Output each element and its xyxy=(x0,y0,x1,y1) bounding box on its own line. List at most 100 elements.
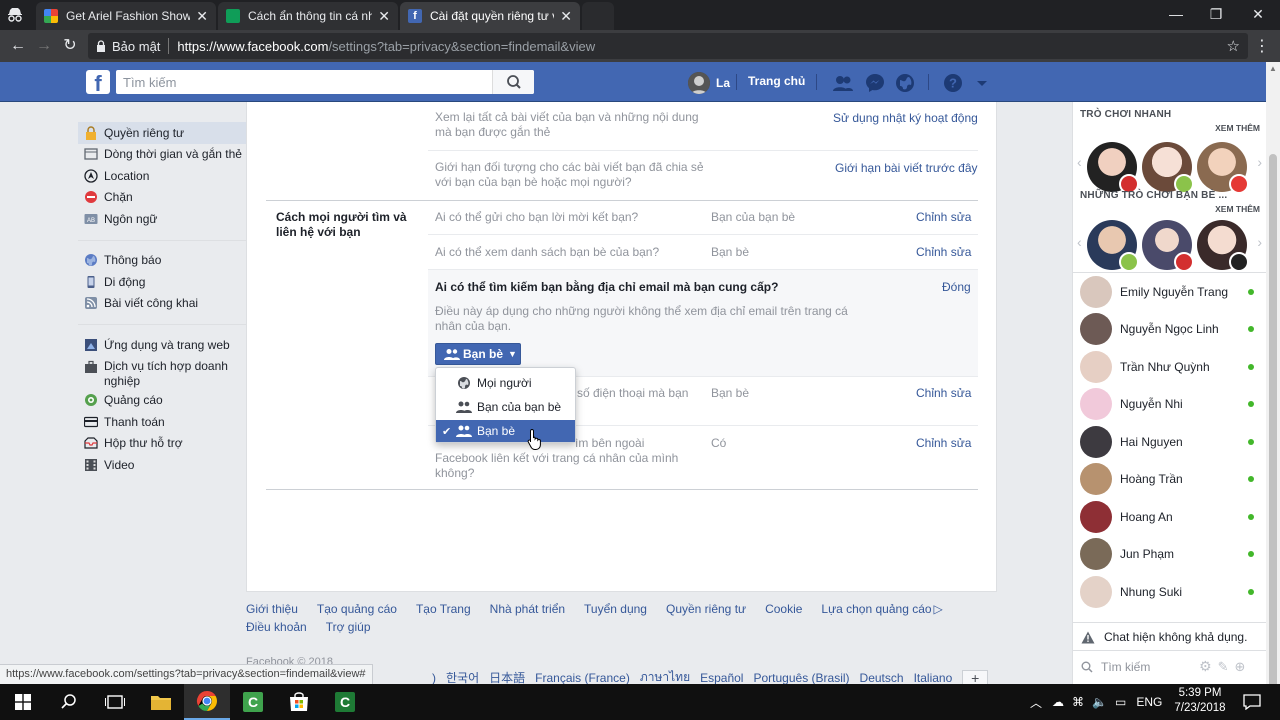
game-tile[interactable] xyxy=(1087,220,1139,272)
lang-portuguese[interactable]: Português (Brasil) xyxy=(753,671,849,685)
nav-language[interactable]: AB Ngôn ngữ xyxy=(78,208,246,230)
edit-phone-lookup-link[interactable]: Chỉnh sửa xyxy=(916,386,971,400)
friend-requests-icon[interactable] xyxy=(832,72,854,94)
lang-french[interactable]: Français (France) xyxy=(535,671,630,685)
task-view-icon[interactable] xyxy=(92,684,138,720)
address-bar[interactable]: Bảo mật https://www.facebook.com/setting… xyxy=(88,33,1248,59)
back-arrow-icon[interactable]: ← xyxy=(8,36,28,56)
facebook-logo-icon[interactable]: f xyxy=(86,70,110,96)
facebook-search-input[interactable] xyxy=(116,70,492,94)
footer-link-cookies[interactable]: Cookie xyxy=(765,600,802,618)
chevron-right-icon[interactable]: › xyxy=(1257,234,1262,250)
input-language[interactable]: ENG xyxy=(1136,695,1162,709)
contact-item[interactable]: Emily Nguyễn Trang xyxy=(1080,273,1260,310)
chevron-left-icon[interactable]: ‹ xyxy=(1077,234,1082,250)
tab-privacy-settings[interactable]: f Cài đặt quyền riêng tư và ✕ xyxy=(400,2,580,30)
search-icon[interactable] xyxy=(46,684,92,720)
nav-apps[interactable]: Ứng dụng và trang web xyxy=(78,334,246,356)
activity-log-link[interactable]: Sử dụng nhật ký hoạt động xyxy=(833,111,978,125)
footer-link-privacy[interactable]: Quyền riêng tư xyxy=(666,600,746,618)
tray-cloud-icon[interactable]: ☁ xyxy=(1052,695,1064,709)
see-more-games-link[interactable]: XEM THÊM xyxy=(1215,123,1260,133)
restore-icon[interactable]: ❐ xyxy=(1196,4,1236,24)
nav-payments[interactable]: Thanh toán xyxy=(78,411,246,433)
browser-menu-icon[interactable]: ⋮ xyxy=(1254,36,1270,56)
game-tile[interactable] xyxy=(1197,220,1249,272)
lang-spanish[interactable]: Español xyxy=(700,671,743,685)
audience-selector-button[interactable]: Bạn bè ▼ xyxy=(435,343,521,365)
chevron-left-icon[interactable]: ‹ xyxy=(1077,154,1082,170)
system-clock[interactable]: 5:39 PM 7/23/2018 xyxy=(1170,686,1230,716)
tray-chevron-up-icon[interactable]: ︿ xyxy=(1030,694,1042,711)
edit-search-engine-link[interactable]: Chỉnh sửa xyxy=(916,436,971,450)
contact-item[interactable]: Nguyễn Nhi xyxy=(1080,386,1260,423)
store-icon[interactable] xyxy=(276,684,322,720)
help-icon[interactable]: ? xyxy=(942,72,964,94)
audience-option-public[interactable]: Mọi người xyxy=(436,372,575,394)
nav-support-inbox[interactable]: Hộp thư hỗ trợ xyxy=(78,433,246,455)
game-tile[interactable] xyxy=(1087,142,1139,194)
contact-item[interactable]: Nguyễn Ngọc Linh xyxy=(1080,311,1260,348)
footer-link-careers[interactable]: Tuyển dụng xyxy=(584,600,647,618)
footer-link-about[interactable]: Giới thiệu xyxy=(246,600,298,618)
limit-past-posts-link[interactable]: Giới hạn bài viết trước đây xyxy=(835,161,978,175)
game-tile[interactable] xyxy=(1142,142,1194,194)
contact-item[interactable]: Hoàng Trần xyxy=(1080,461,1260,498)
lang-german[interactable]: Deutsch xyxy=(860,671,904,685)
new-message-icon[interactable]: ✎ xyxy=(1218,659,1229,675)
notifications-globe-icon[interactable] xyxy=(894,72,916,94)
close-link[interactable]: Đóng xyxy=(942,280,971,294)
action-center-icon[interactable] xyxy=(1232,684,1272,720)
volume-icon[interactable]: 🔈 xyxy=(1092,695,1107,709)
search-button[interactable] xyxy=(492,70,534,94)
new-tab-button[interactable] xyxy=(582,2,614,30)
nav-public-posts[interactable]: Bài viết công khai xyxy=(78,293,246,315)
minimize-icon[interactable]: — xyxy=(1156,4,1196,24)
footer-link-create-ad[interactable]: Tạo quảng cáo xyxy=(317,600,397,618)
scroll-up-icon[interactable]: ▲ xyxy=(1269,64,1277,73)
tab-hide-info[interactable]: Cách ẩn thông tin cá nhâ ✕ xyxy=(218,2,398,30)
nav-notifications[interactable]: Thông báo xyxy=(78,250,246,272)
chrome-icon[interactable] xyxy=(184,684,230,720)
tray-display-icon[interactable]: ▭ xyxy=(1115,695,1126,709)
contact-item[interactable]: Nhung Suki xyxy=(1080,573,1260,610)
contact-item[interactable]: Hai Nguyen xyxy=(1080,423,1260,460)
windows-start-icon[interactable] xyxy=(0,684,46,720)
footer-link-developers[interactable]: Nhà phát triển xyxy=(490,600,565,618)
close-icon[interactable]: ✕ xyxy=(378,8,390,25)
contact-item[interactable]: Trần Như Quỳnh xyxy=(1080,348,1260,385)
nav-ads[interactable]: Quảng cáo xyxy=(78,390,246,412)
page-scrollbar[interactable]: ▲ xyxy=(1266,62,1280,694)
nav-timeline[interactable]: Dòng thời gian và gắn thẻ xyxy=(78,144,246,166)
file-explorer-icon[interactable] xyxy=(138,684,184,720)
messenger-icon[interactable] xyxy=(864,72,886,94)
profile-link[interactable]: La xyxy=(688,72,730,94)
close-icon[interactable]: ✕ xyxy=(560,8,572,25)
camtasia-recorder-icon[interactable]: C xyxy=(322,684,368,720)
footer-link-ad-choices[interactable]: Lựa chọn quảng cáo ▷ xyxy=(821,600,942,618)
tab-ariel[interactable]: Get Ariel Fashion Show - ✕ xyxy=(36,2,216,30)
nav-location[interactable]: Location xyxy=(78,165,246,187)
game-tile[interactable] xyxy=(1197,142,1249,194)
contact-item[interactable]: Hoang An xyxy=(1080,498,1260,535)
bookmark-star-icon[interactable]: ☆ xyxy=(1227,37,1240,55)
nav-privacy[interactable]: Quyền riêng tư xyxy=(78,122,246,144)
chat-search-input[interactable] xyxy=(1101,659,1197,674)
nav-block[interactable]: Chặn xyxy=(78,187,246,209)
account-menu-chevron-icon[interactable] xyxy=(974,72,996,94)
edit-friends-list-link[interactable]: Chỉnh sửa xyxy=(916,245,971,259)
group-chat-icon[interactable]: ⊕ xyxy=(1234,659,1245,675)
game-tile[interactable] xyxy=(1142,220,1194,272)
audience-option-friends-of-friends[interactable]: Bạn của bạn bè xyxy=(436,396,575,418)
tray-network-icon[interactable]: ⌘ xyxy=(1072,695,1084,709)
footer-link-terms[interactable]: Điều khoản xyxy=(246,618,307,636)
footer-link-create-page[interactable]: Tạo Trang xyxy=(416,600,471,618)
chat-settings-gear-icon[interactable]: ⚙ xyxy=(1199,658,1212,675)
reload-icon[interactable]: ↻ xyxy=(60,36,80,56)
forward-arrow-icon[interactable]: → xyxy=(34,36,54,56)
nav-mobile[interactable]: Di động xyxy=(78,271,246,293)
nav-business-integrations[interactable]: Dịch vụ tích hợp doanh nghiệp xyxy=(78,356,246,390)
see-more-friends-games-link[interactable]: XEM THÊM xyxy=(1215,204,1260,214)
audience-option-friends[interactable]: ✔ Bạn bè xyxy=(436,420,575,442)
close-icon[interactable]: ✕ xyxy=(196,8,208,25)
